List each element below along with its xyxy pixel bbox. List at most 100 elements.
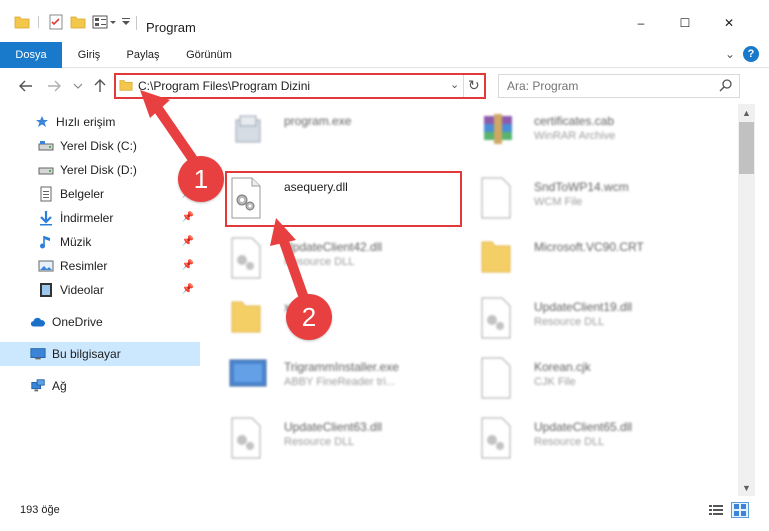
qa-separator (38, 14, 40, 30)
folder-icon (119, 78, 133, 95)
sidebar-item-label: Hızlı erişim (56, 115, 116, 129)
scroll-down-icon[interactable]: ▼ (738, 479, 755, 496)
file-type: Resource DLL (534, 436, 605, 448)
dll-file-icon (478, 296, 518, 340)
list-item[interactable]: Microsoft.VC90.CRT (460, 230, 700, 286)
title-separator (136, 16, 137, 30)
address-bar[interactable]: C:\Program Files\Program Dizini ⌄ ↻ (114, 73, 486, 99)
pin-icon[interactable]: 📌 (182, 236, 194, 247)
list-item[interactable]: program.exe (210, 104, 450, 160)
file-name: UpdateClient63.dll (284, 420, 383, 434)
sidebar-item-network[interactable]: Ağ (0, 374, 200, 398)
file-name: TrigrammInstaller.exe (284, 360, 399, 374)
search-input[interactable] (507, 78, 707, 94)
recent-locations-button[interactable] (68, 76, 88, 96)
back-button[interactable] (16, 76, 36, 96)
title-bar: Program – ☐ ✕ (0, 0, 769, 42)
properties-icon[interactable] (48, 14, 64, 30)
list-item[interactable]: UpdateClient19.dll Resource DLL (460, 290, 700, 346)
sidebar-item-pictures[interactable]: Resimler 📌 (0, 254, 200, 278)
details-view-icon[interactable] (707, 502, 725, 518)
file-type: CJK File (534, 376, 576, 388)
folder-icon (478, 236, 518, 280)
customize-toolbar-icon[interactable] (120, 14, 132, 30)
search-icon[interactable] (719, 78, 733, 95)
file-type: Resource DLL (534, 316, 605, 328)
file-name: UpdateClient42.dll (284, 240, 383, 254)
file-list: program.exe asequery.dll UpdateClient42.… (210, 104, 738, 496)
navigation-pane: Hızlı erişim Yerel Disk (C:) Yerel Disk … (0, 104, 203, 496)
file-name: program.exe (284, 114, 352, 128)
list-item[interactable]: Korean.cjk CJK File (460, 350, 700, 406)
forward-button[interactable] (44, 76, 64, 96)
vertical-scrollbar[interactable]: ▲ ▼ (738, 104, 755, 496)
sidebar-item-documents[interactable]: Belgeler 📌 (0, 182, 200, 206)
search-box[interactable] (498, 74, 740, 98)
onedrive-icon (30, 314, 46, 330)
maximize-button[interactable]: ☐ (670, 12, 700, 34)
minimize-button[interactable]: – (626, 12, 656, 34)
list-item[interactable]: certificates.cab WinRAR Archive (460, 104, 700, 160)
sidebar-item-label: OneDrive (52, 315, 103, 329)
music-icon (38, 234, 54, 250)
sidebar-item-onedrive[interactable]: OneDrive (0, 310, 200, 334)
exe-icon (228, 110, 268, 154)
sidebar-item-downloads[interactable]: İndirmeler 📌 (0, 206, 200, 230)
tab-home[interactable]: Giriş (66, 42, 112, 68)
refresh-button[interactable]: ↻ (468, 77, 484, 95)
sidebar-item-label: Ağ (52, 379, 67, 393)
sidebar-item-label: Bu bilgisayar (52, 347, 121, 361)
sidebar-item-disk-d[interactable]: Yerel Disk (D:) (0, 158, 200, 182)
star-icon (34, 114, 50, 130)
tab-view[interactable]: Görünüm (176, 42, 242, 68)
list-item[interactable]: UpdateClient63.dll Resource DLL (210, 410, 450, 466)
computer-icon (30, 346, 46, 362)
list-item[interactable]: UpdateClient65.dll Resource DLL (460, 410, 700, 466)
sidebar-item-label: Müzik (60, 235, 92, 249)
pin-icon[interactable]: 📌 (182, 260, 194, 271)
scroll-up-icon[interactable]: ▲ (738, 104, 755, 121)
file-icon (478, 356, 518, 400)
close-button[interactable]: ✕ (714, 12, 744, 34)
ribbon-tabs: Dosya Giriş Paylaş Görünüm ⌄ ? (0, 42, 769, 98)
sidebar-item-label: Yerel Disk (D:) (60, 163, 137, 177)
view-options-icon[interactable] (92, 14, 118, 30)
step-2-badge: 2 (286, 294, 332, 340)
item-count: 193 öğe (20, 504, 60, 516)
sidebar-item-this-pc[interactable]: Bu bilgisayar (0, 342, 200, 366)
sidebar-item-videos[interactable]: Videolar 📌 (0, 278, 200, 302)
videos-icon (38, 282, 54, 298)
dll-file-icon (228, 416, 268, 460)
chevron-down-icon[interactable]: ⌄ (450, 78, 459, 91)
up-button[interactable] (90, 76, 110, 96)
list-item[interactable]: TrigrammInstaller.exe ABBY FineReader tr… (210, 350, 450, 406)
sidebar-item-label: Yerel Disk (C:) (60, 139, 137, 153)
pictures-icon (38, 258, 54, 274)
network-icon (30, 378, 46, 394)
list-item[interactable]: SndToWP14.wcm WCM File (460, 170, 700, 226)
file-type: Resource DLL (284, 436, 355, 448)
address-path-field[interactable]: C:\Program Files\Program Dizini ⌄ (116, 75, 464, 97)
file-type: ABBY FineReader tri... (284, 376, 396, 388)
ribbon-collapse-icon[interactable]: ⌄ (725, 47, 735, 61)
sidebar-item-label: Belgeler (60, 187, 105, 201)
sidebar-item-label: Videolar (60, 283, 104, 297)
file-name: UpdateClient19.dll (534, 300, 633, 314)
new-folder-icon[interactable] (70, 14, 86, 30)
file-type: WinRAR Archive (534, 130, 616, 142)
file-name: UpdateClient65.dll (534, 420, 633, 434)
folder-icon[interactable] (14, 14, 30, 30)
tab-share[interactable]: Paylaş (118, 42, 168, 68)
scroll-thumb[interactable] (739, 122, 754, 174)
tiles-view-icon[interactable] (731, 502, 749, 518)
installer-icon (228, 356, 268, 400)
list-item[interactable]: UpdateClient42.dll Resource DLL (210, 230, 450, 286)
sidebar-item-music[interactable]: Müzik 📌 (0, 230, 200, 254)
pin-icon[interactable]: 📌 (182, 284, 194, 295)
sidebar-item-quick-access[interactable]: Hızlı erişim (0, 110, 200, 134)
highlight-box (225, 171, 462, 227)
help-icon[interactable]: ? (743, 46, 759, 62)
status-bar: 193 öğe (0, 496, 769, 531)
pin-icon[interactable]: 📌 (182, 212, 194, 223)
sidebar-item-disk-c[interactable]: Yerel Disk (C:) (0, 134, 200, 158)
